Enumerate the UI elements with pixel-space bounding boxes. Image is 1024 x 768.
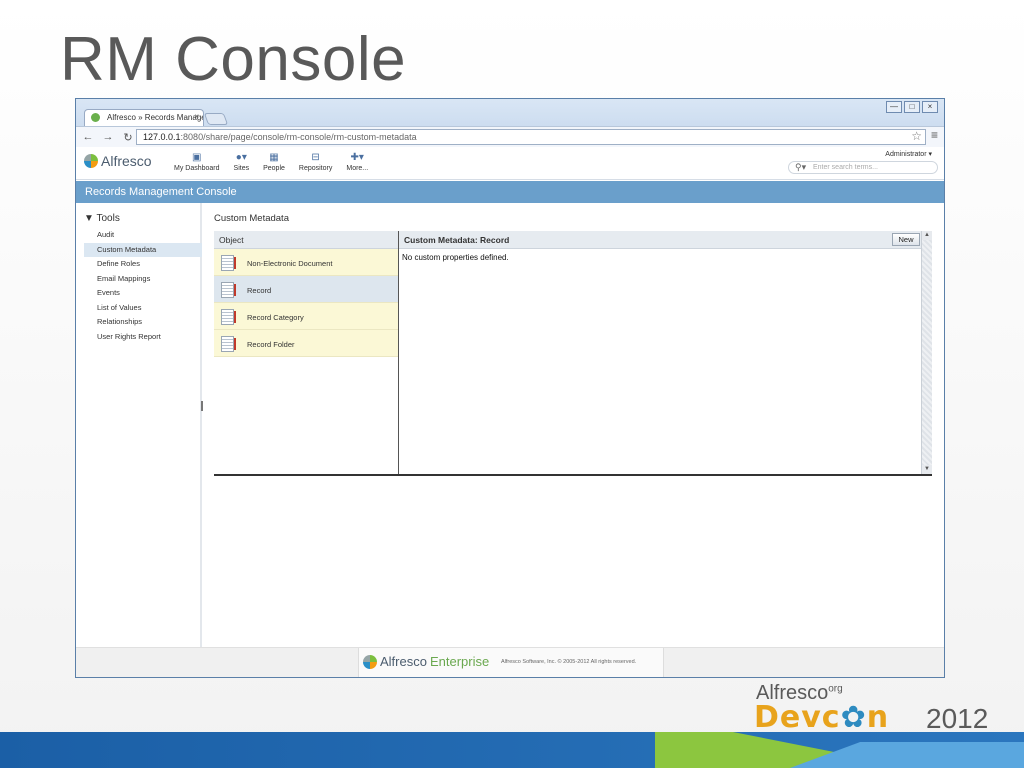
tool-item-list-of-values[interactable]: List of Values xyxy=(84,301,202,316)
minimize-button[interactable]: — xyxy=(886,101,902,113)
object-row[interactable]: Record Folder xyxy=(214,330,398,357)
object-label: Record Folder xyxy=(247,340,295,349)
nav-label: My Dashboard xyxy=(174,165,220,172)
page-title: Custom Metadata xyxy=(214,213,289,224)
search-input[interactable]: ⚲▾ Enter search terms... xyxy=(788,161,938,174)
sites-icon: ●▾ xyxy=(235,152,247,163)
logo-text: Alfresco xyxy=(101,153,152,169)
scroll-up-icon[interactable]: ▲ xyxy=(922,231,932,240)
nav-label: Sites xyxy=(233,165,250,172)
object-column-header: Object xyxy=(214,231,398,249)
back-icon[interactable]: ← xyxy=(80,131,96,143)
reload-icon[interactable]: ↻ xyxy=(120,131,136,144)
app-footer: Alfresco Enterprise Alfresco Software, I… xyxy=(76,647,944,677)
tool-item-custom-metadata[interactable]: Custom Metadata xyxy=(84,242,202,257)
tool-item-relationships[interactable]: Relationships xyxy=(84,315,202,330)
document-icon xyxy=(221,255,236,271)
user-menu[interactable]: Administrator ▾ xyxy=(885,150,932,158)
nav-label: More... xyxy=(346,165,369,172)
favicon-icon xyxy=(91,113,100,122)
url-host: 127.0.0.1 xyxy=(143,132,181,142)
nav-more[interactable]: ✚▾ More... xyxy=(346,152,368,172)
object-row[interactable]: Non-Electronic Document xyxy=(214,249,398,276)
new-button[interactable]: New xyxy=(892,233,920,246)
url-path: :8080/share/page/console/rm-console/rm-c… xyxy=(180,132,417,142)
tool-item-email-mappings[interactable]: Email Mappings xyxy=(84,272,202,287)
repository-icon: ⊟ xyxy=(311,152,320,163)
brand-org: org xyxy=(828,683,843,695)
browser-window: Alfresco » Records Managem × — □ × ← → ↻… xyxy=(75,98,945,678)
window-controls: — □ × xyxy=(886,101,938,113)
object-list: Object Non-Electronic Document Record Re… xyxy=(214,231,399,474)
tools-sidebar: ▼ Tools Audit Custom Metadata Define Rol… xyxy=(76,203,202,647)
object-row[interactable]: Record Category xyxy=(214,303,398,330)
search-placeholder: Enter search terms... xyxy=(813,164,878,171)
tab-title: Alfresco » Records Managem xyxy=(107,113,204,122)
nav-my-dashboard[interactable]: ▣ My Dashboard xyxy=(174,152,220,172)
document-icon xyxy=(221,336,236,352)
empty-message: No custom properties defined. xyxy=(402,253,509,262)
tab-close-icon[interactable]: × xyxy=(194,112,199,121)
document-icon xyxy=(221,282,236,298)
sidebar-splitter[interactable] xyxy=(201,401,203,411)
nav-sites[interactable]: ●▾ Sites xyxy=(234,152,250,172)
devcon-flower-icon: ✿ xyxy=(840,700,867,735)
vertical-scrollbar[interactable]: ▲ ▼ xyxy=(921,231,932,474)
tools-list: Audit Custom Metadata Define Roles Email… xyxy=(84,228,202,344)
alfresco-flower-icon xyxy=(84,154,98,168)
plus-icon: ✚▾ xyxy=(350,152,364,163)
footer-branding: Alfresco Enterprise Alfresco Software, I… xyxy=(358,648,664,677)
app-nav: ▣ My Dashboard ●▾ Sites ▦ People ⊟ Repos… xyxy=(174,152,368,172)
footer-logo: Alfresco Enterprise xyxy=(363,654,489,669)
footer-logo-text: Alfresco xyxy=(380,654,427,669)
devcon-year: 2012 xyxy=(926,703,989,734)
devcon-logo: Devc✿n xyxy=(754,700,889,735)
custom-metadata-panel: Object Non-Electronic Document Record Re… xyxy=(214,231,932,476)
document-icon xyxy=(221,309,236,325)
bookmark-star-icon[interactable]: ☆ xyxy=(911,129,922,143)
console-title-bar: Records Management Console xyxy=(76,181,944,203)
address-bar[interactable]: 127.0.0.1:8080/share/page/console/rm-con… xyxy=(136,129,926,145)
object-label: Non-Electronic Document xyxy=(247,259,333,268)
nav-label: Repository xyxy=(298,165,333,172)
forward-icon[interactable]: → xyxy=(100,131,116,143)
search-icon: ⚲▾ xyxy=(795,162,807,172)
browser-tab[interactable]: Alfresco » Records Managem × xyxy=(84,109,204,126)
tool-item-define-roles[interactable]: Define Roles xyxy=(84,257,202,272)
object-label: Record Category xyxy=(247,313,304,322)
dashboard-icon: ▣ xyxy=(192,152,202,163)
nav-label: People xyxy=(263,165,285,172)
nav-repository[interactable]: ⊟ Repository xyxy=(299,152,332,172)
footer-logo-suffix: Enterprise xyxy=(429,654,490,669)
app-header: Alfresco ▣ My Dashboard ●▾ Sites ▦ Peopl… xyxy=(76,147,944,180)
browser-chrome: Alfresco » Records Managem × — □ × ← → ↻… xyxy=(76,99,944,147)
slide-title: RM Console xyxy=(60,25,407,94)
alfresco-logo[interactable]: Alfresco xyxy=(84,153,152,169)
browser-menu-icon[interactable]: ≡ xyxy=(931,128,938,142)
devcon-text-a: Devc xyxy=(754,700,841,735)
metadata-detail: Custom Metadata: Record New No custom pr… xyxy=(399,231,932,474)
tool-item-audit[interactable]: Audit xyxy=(84,228,202,243)
nav-people[interactable]: ▦ People xyxy=(263,152,285,172)
footer-copyright: Alfresco Software, Inc. © 2005-2012 All … xyxy=(501,659,637,665)
alfresco-flower-icon xyxy=(363,654,377,669)
tool-item-events[interactable]: Events xyxy=(84,286,202,301)
close-window-button[interactable]: × xyxy=(922,101,938,113)
scroll-down-icon[interactable]: ▼ xyxy=(922,465,932,474)
new-tab-button[interactable] xyxy=(203,113,229,125)
browser-navbar: ← → ↻ 127.0.0.1:8080/share/page/console/… xyxy=(76,126,944,147)
tools-heading[interactable]: ▼ Tools xyxy=(84,213,120,224)
maximize-button[interactable]: □ xyxy=(904,101,920,113)
people-icon: ▦ xyxy=(269,152,279,163)
object-label: Record xyxy=(247,286,272,295)
devcon-text-b: n xyxy=(866,700,890,735)
detail-header: Custom Metadata: Record xyxy=(399,231,932,249)
tool-item-user-rights-report[interactable]: User Rights Report xyxy=(84,330,202,345)
object-row[interactable]: Record xyxy=(214,276,398,303)
